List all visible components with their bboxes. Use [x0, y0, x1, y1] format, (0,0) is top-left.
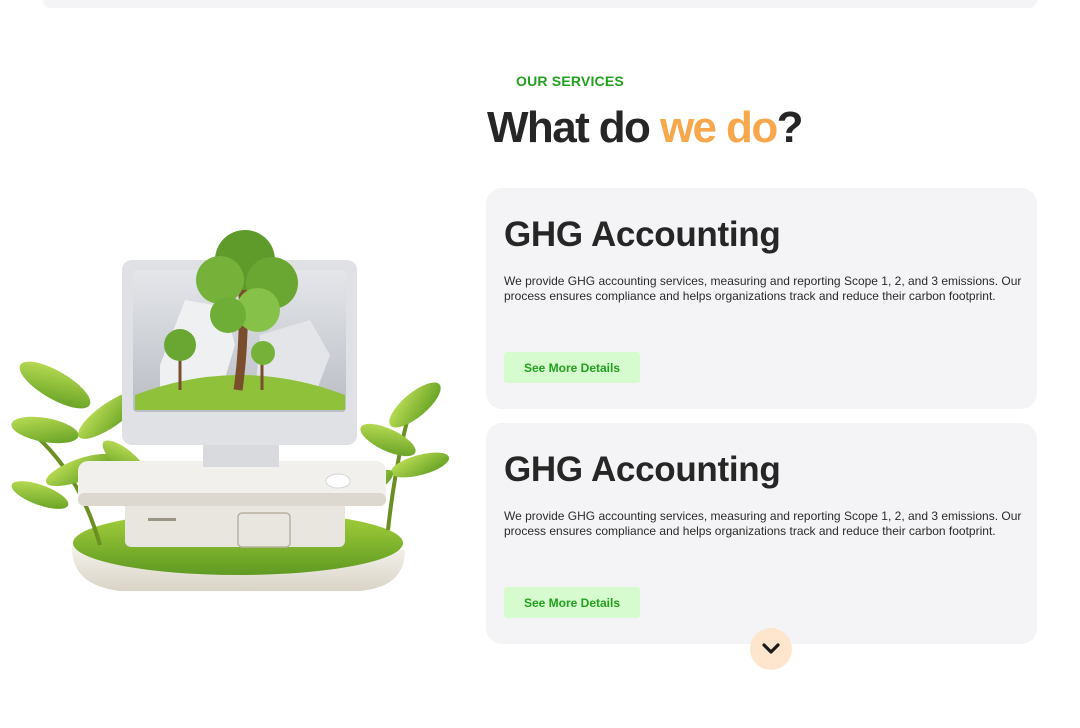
- computer-nature-illustration: [11, 230, 450, 591]
- scroll-down-button[interactable]: [750, 628, 792, 670]
- section-eyebrow: OUR SERVICES: [516, 73, 624, 89]
- see-more-details-button[interactable]: See More Details: [504, 587, 640, 618]
- headline-accent: we do: [659, 103, 778, 152]
- headline-part1: What do: [487, 103, 660, 152]
- service-card: GHG Accounting We provide GHG accounting…: [486, 423, 1037, 644]
- service-card-title: GHG Accounting: [504, 215, 781, 254]
- service-card-description: We provide GHG accounting services, meas…: [504, 274, 1022, 304]
- chevron-down-icon: [762, 643, 780, 654]
- service-card: GHG Accounting We provide GHG accounting…: [486, 188, 1037, 409]
- section-headline: What do we do?: [487, 100, 804, 156]
- see-more-details-button[interactable]: See More Details: [504, 352, 640, 383]
- service-card-description: We provide GHG accounting services, meas…: [504, 509, 1022, 539]
- service-card-title: GHG Accounting: [504, 450, 781, 489]
- previous-section-edge: [42, 0, 1038, 8]
- headline-part2: ?: [776, 103, 804, 152]
